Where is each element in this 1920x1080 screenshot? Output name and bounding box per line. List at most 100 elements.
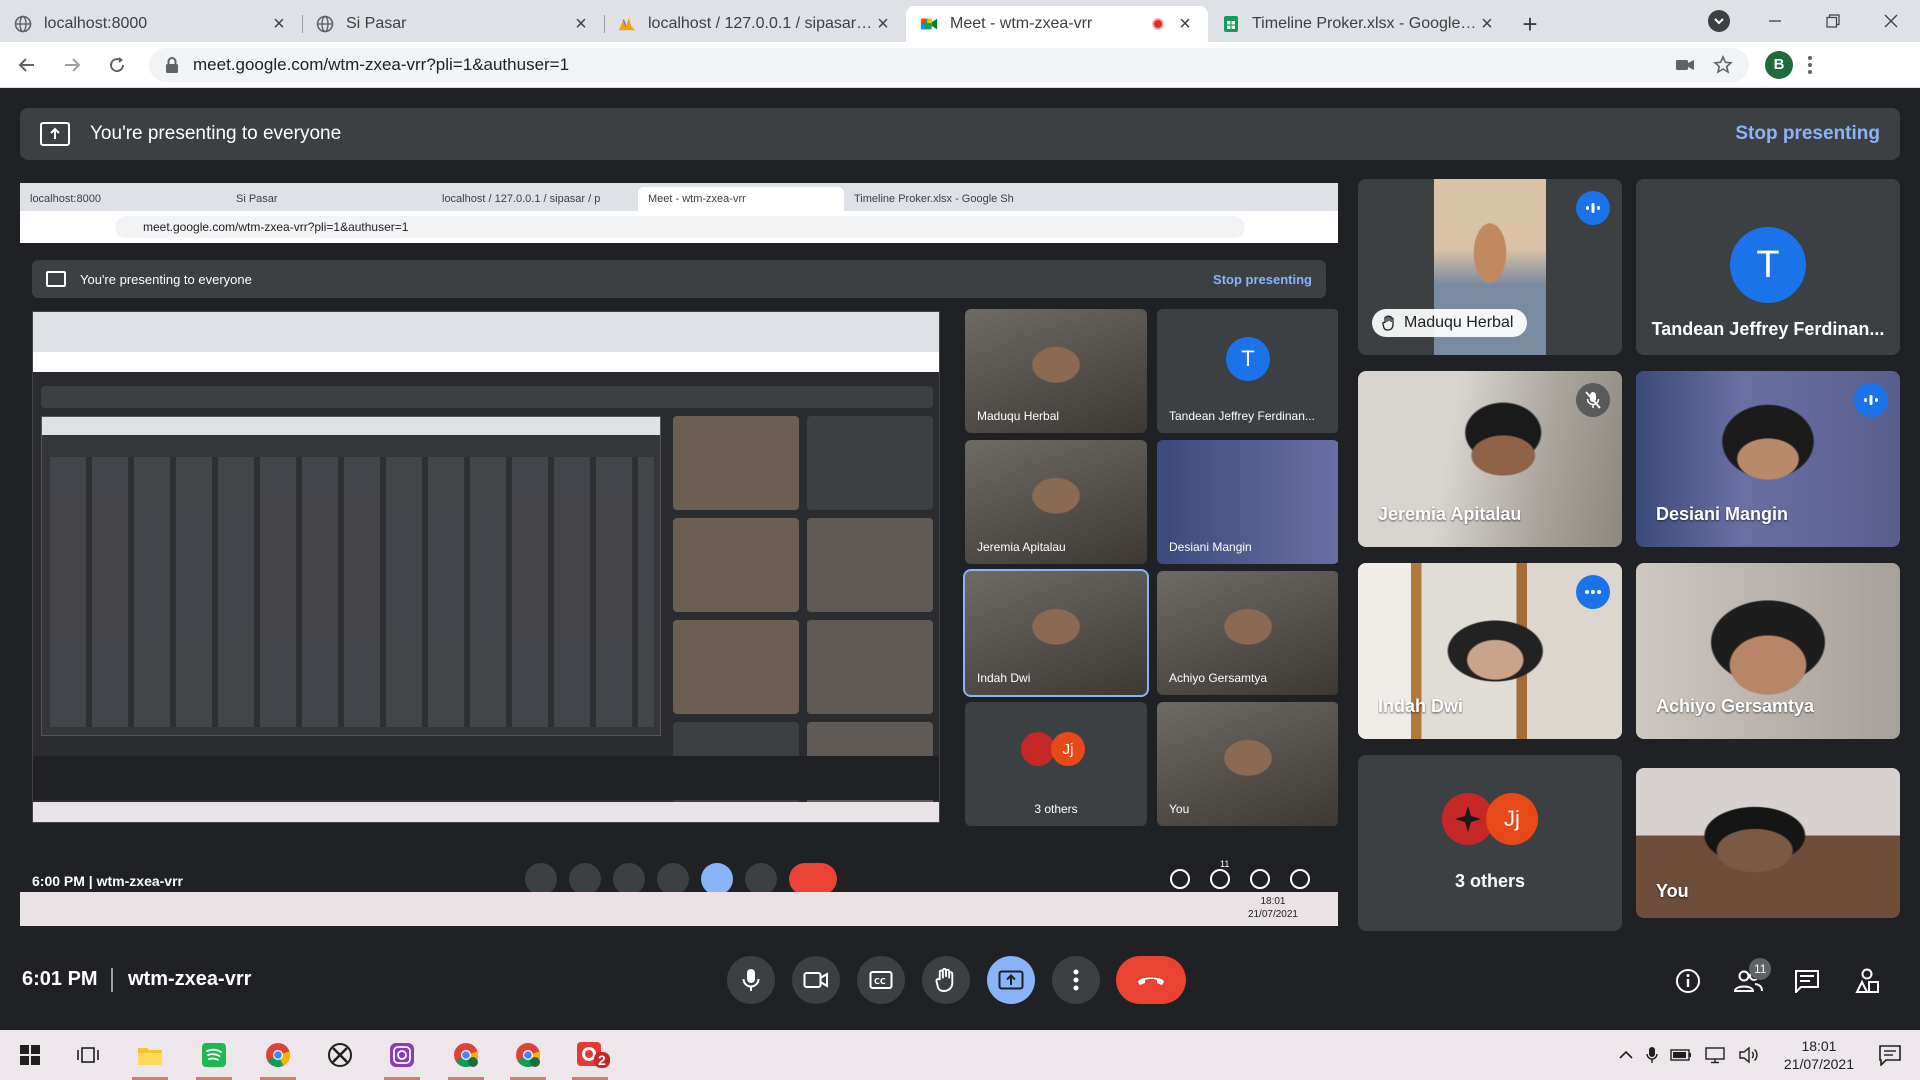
participant-tile-desiani-mangin[interactable]: Desiani Mangin	[1636, 371, 1900, 547]
taskbar-clock[interactable]: 18:01 21/07/2021	[1784, 1037, 1854, 1073]
camera-button[interactable]	[792, 956, 840, 1004]
tab-search-button[interactable]	[1708, 10, 1730, 32]
shared-tile: Maduqu Herbal	[965, 309, 1147, 433]
instagram-icon[interactable]	[376, 1030, 428, 1080]
windows-taskbar: 2 18:01 21/07/2021	[0, 1030, 1920, 1080]
close-tab-icon[interactable]: ×	[1478, 14, 1496, 34]
restore-window-button[interactable]	[1804, 0, 1862, 42]
minimize-window-button[interactable]	[1746, 0, 1804, 42]
activities-icon[interactable]	[1852, 966, 1882, 996]
clock-date: 21/07/2021	[1783, 1056, 1854, 1072]
windows-start-icon[interactable]	[4, 1030, 56, 1080]
globe-icon	[316, 15, 334, 33]
participant-avatar: T	[1730, 227, 1806, 303]
shared-tab: Meet - wtm-zxea-vrr	[638, 187, 844, 211]
participant-tile-maduqu-herbal[interactable]: Maduqu Herbal	[1358, 179, 1622, 355]
raise-hand-button[interactable]	[922, 956, 970, 1004]
globe-icon	[14, 15, 32, 33]
shared-tile: Desiani Mangin	[1157, 440, 1338, 564]
participant-tile-3-others[interactable]: Jj 3 others	[1358, 755, 1622, 931]
stop-presenting-button[interactable]: Stop presenting	[1735, 123, 1880, 145]
more-options-button[interactable]	[1052, 956, 1100, 1004]
tab-title: localhost:8000	[44, 15, 148, 32]
tab-meet[interactable]: Meet - wtm-zxea-vrr ×	[906, 6, 1208, 42]
close-tab-icon[interactable]: ×	[572, 14, 590, 34]
participant-tile-tandean-jeffrey[interactable]: T Tandean Jeffrey Ferdinan...	[1636, 179, 1900, 355]
presenting-text: You're presenting to everyone	[90, 123, 342, 144]
lock-icon[interactable]	[165, 56, 179, 73]
network-icon[interactable]	[1704, 1046, 1726, 1064]
shared-screen-preview: localhost:8000 Si Pasar localhost / 127.…	[20, 183, 1338, 928]
notification-center-icon[interactable]	[1878, 1044, 1902, 1066]
chevron-up-icon[interactable]	[1618, 1050, 1634, 1060]
participant-name: Jeremia Apitalau	[1378, 504, 1522, 524]
tab-phpmyadmin[interactable]: localhost / 127.0.0.1 / sipasar / pr ×	[604, 6, 906, 42]
participant-tile-you[interactable]: You	[1636, 768, 1900, 918]
browser-menu-icon[interactable]	[1807, 55, 1813, 75]
new-tab-button[interactable]: +	[1510, 6, 1550, 42]
participant-tile-achiyo-gersamtya[interactable]: Achiyo Gersamtya	[1636, 563, 1900, 739]
shared-tile-name: Jeremia Apitalau	[977, 540, 1066, 554]
chrome-notification-icon[interactable]: 2	[564, 1030, 616, 1080]
close-tab-icon[interactable]: ×	[874, 14, 892, 34]
tab-title: Si Pasar	[346, 15, 407, 32]
close-window-button[interactable]	[1862, 0, 1920, 42]
mic-muted-icon	[1576, 383, 1610, 417]
shared-stop-presenting: Stop presenting	[1213, 271, 1312, 287]
address-bar[interactable]: meet.google.com/wtm-zxea-vrr?pli=1&authu…	[149, 47, 1749, 82]
nested-deep-chrome	[42, 417, 660, 435]
tab-localhost[interactable]: localhost:8000 ×	[0, 6, 302, 42]
people-icon[interactable]: 11	[1733, 958, 1772, 996]
meeting-details-icon[interactable]	[1673, 966, 1703, 996]
browser-toolbar: meet.google.com/wtm-zxea-vrr?pli=1&authu…	[0, 42, 1920, 88]
camera-in-use-icon[interactable]	[1675, 58, 1695, 72]
task-view-icon[interactable]	[62, 1030, 114, 1080]
bookmark-star-icon[interactable]	[1713, 54, 1733, 75]
participant-tile-indah-dwi[interactable]: Indah Dwi	[1358, 563, 1622, 739]
battery-icon[interactable]	[1670, 1049, 1692, 1061]
chrome-profile-icon[interactable]	[502, 1030, 554, 1080]
spotify-icon[interactable]	[188, 1030, 240, 1080]
chrome-profile-icon[interactable]	[440, 1030, 492, 1080]
url-text: meet.google.com/wtm-zxea-vrr?pli=1&authu…	[193, 54, 570, 74]
profile-avatar[interactable]: B	[1765, 50, 1793, 79]
microphone-tray-icon[interactable]	[1646, 1046, 1658, 1064]
system-tray: 18:01 21/07/2021	[1612, 1030, 1920, 1080]
tab-title: Meet - wtm-zxea-vrr	[950, 15, 1093, 32]
clock-time: 18:01	[1801, 1038, 1837, 1054]
tab-title: Timeline Proker.xlsx - Google She	[1252, 15, 1478, 32]
volume-icon[interactable]	[1738, 1046, 1760, 1064]
shared-controls	[525, 863, 837, 895]
present-now-button[interactable]	[987, 956, 1035, 1004]
google-meet-icon	[920, 15, 938, 33]
chrome-icon[interactable]	[252, 1030, 304, 1080]
close-tab-icon[interactable]: ×	[1176, 14, 1194, 34]
speaking-indicator-icon	[1854, 383, 1888, 417]
reload-button[interactable]	[99, 47, 135, 83]
tab-google-sheets[interactable]: Timeline Proker.xlsx - Google She ×	[1208, 6, 1510, 42]
more-options-icon[interactable]	[1576, 575, 1610, 609]
shared-tile-name: Indah Dwi	[977, 671, 1031, 685]
leave-call-button[interactable]	[1116, 956, 1186, 1004]
forward-button[interactable]	[54, 47, 90, 83]
microphone-button[interactable]	[727, 956, 775, 1004]
shared-meeting-time: 6:00 PM | wtm-zxea-vrr	[32, 873, 183, 889]
chat-icon[interactable]	[1792, 966, 1822, 996]
shared-tab: localhost / 127.0.0.1 / sipasar / p	[442, 193, 601, 205]
participant-tile-jeremia-apitalau[interactable]: Jeremia Apitalau	[1358, 371, 1622, 547]
nested-screen-capture	[32, 311, 940, 823]
recording-indicator-icon	[1152, 18, 1164, 30]
nested-deep-grid	[50, 457, 654, 727]
participant-name: Tandean Jeffrey Ferdinan...	[1651, 319, 1885, 339]
file-explorer-icon[interactable]	[124, 1030, 176, 1080]
shared-right-controls: 11	[1170, 859, 1310, 889]
svg-text:CC: CC	[874, 977, 886, 986]
close-tab-icon[interactable]: ×	[270, 14, 288, 34]
shared-tile-name: Desiani Mangin	[1169, 540, 1252, 554]
captions-button[interactable]: CC	[857, 956, 905, 1004]
xbox-icon[interactable]	[314, 1030, 366, 1080]
tab-si-pasar[interactable]: Si Pasar ×	[302, 6, 604, 42]
shared-tile: T Tandean Jeffrey Ferdinan...	[1157, 309, 1338, 433]
back-button[interactable]	[9, 47, 45, 83]
shared-url: meet.google.com/wtm-zxea-vrr?pli=1&authu…	[115, 216, 1245, 238]
